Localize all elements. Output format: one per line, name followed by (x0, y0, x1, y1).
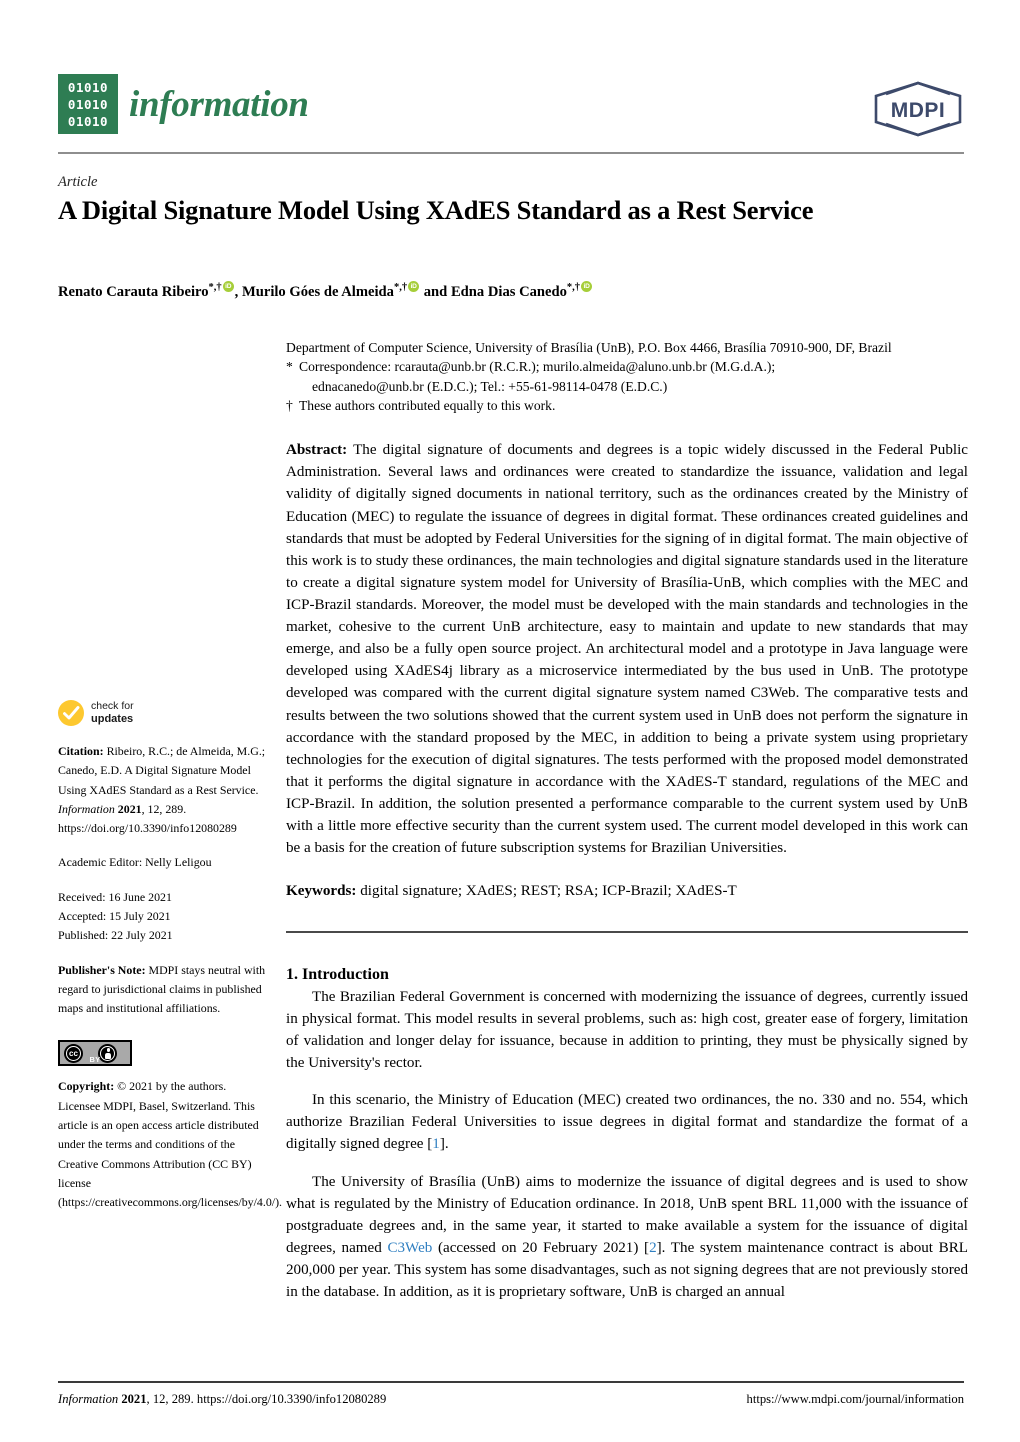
author-name-3: Edna Dias Canedo (450, 283, 567, 300)
cc-text: cc (69, 1048, 78, 1058)
correspondence-marker: * (286, 359, 293, 375)
main-column: Department of Computer Science, Universi… (286, 338, 968, 1318)
footer-divider (58, 1381, 964, 1383)
published-date: Published: 22 July 2021 (58, 928, 173, 943)
correspondence-row: * Correspondence: rcarauta@unb.br (R.C.R… (286, 357, 968, 376)
author-separator-1: , (234, 283, 242, 300)
copyright-text: © 2021 by the authors. Licensee MDPI, Ba… (58, 1079, 283, 1210)
cfu-line-2: updates (91, 712, 134, 725)
mdpi-logo-icon[interactable]: MDPI (872, 80, 964, 138)
check-for-updates-badge[interactable]: check for updates (58, 700, 270, 726)
binary-row-1: 01010 (67, 79, 109, 95)
journal-logo[interactable]: 01010 01010 01010 information (58, 74, 309, 134)
received-date: Received: 16 June 2021 (58, 889, 172, 904)
equal-contribution-note: These authors contributed equally to thi… (299, 397, 556, 413)
publishers-note-block: Publisher's Note: MDPI stays neutral wit… (58, 961, 270, 1019)
page-footer: Information 2021, 12, 289. https://doi.o… (58, 1392, 964, 1407)
author-name-2: Murilo Góes de Almeida (241, 283, 394, 300)
footer-url[interactable]: https://www.mdpi.com/journal/information (747, 1392, 964, 1407)
intro-paragraph-1: The Brazilian Federal Government is conc… (286, 988, 968, 1072)
author-connector-word: and (423, 283, 448, 300)
check-mark-icon (58, 700, 84, 726)
author-marks-2: *,† (393, 282, 408, 293)
keywords-block: Keywords: digital signature; XAdES; REST… (286, 881, 968, 903)
correspondence-line-1: Correspondence: rcarauta@unb.br (R.C.R.)… (299, 359, 776, 375)
check-for-updates-text: check for updates (91, 700, 134, 725)
correspondence-line-2: ednacanedo@unb.br (E.D.C.); Tel.: +55-61… (312, 378, 668, 394)
cfu-line-1: check for (91, 700, 134, 713)
copyright-block: Copyright: © 2021 by the authors. Licens… (58, 1077, 282, 1212)
author-name-1: Renato Carauta Ribeiro (58, 283, 209, 300)
citation-doi[interactable]: https://doi.org/10.3390/info12080289 (58, 821, 237, 835)
svg-text:MDPI: MDPI (891, 99, 946, 122)
citation-block: Citation: Ribeiro, R.C.; de Almeida, M.G… (58, 742, 270, 838)
section-divider (286, 931, 968, 933)
intro-p3-seg2: (accessed on 20 February 2021) [ (432, 1240, 650, 1257)
orcid-icon[interactable] (581, 280, 593, 292)
equal-contribution-row: † These authors contributed equally to t… (286, 396, 968, 415)
author-list: Renato Carauta Ribeiro*,†, Murilo Góes d… (58, 280, 958, 301)
journal-name: information (129, 83, 309, 125)
citation-journal: Information (58, 801, 115, 816)
person-head (106, 1048, 110, 1052)
page-title: A Digital Signature Model Using XAdES St… (58, 195, 814, 225)
cc-by-label: BY (89, 1054, 101, 1064)
binary-logo-icon: 01010 01010 01010 (58, 74, 118, 134)
keywords-text: digital signature; XAdES; REST; RSA; ICP… (360, 883, 737, 900)
accepted-date: Accepted: 15 July 2021 (58, 908, 171, 923)
binary-row-2: 01010 (67, 96, 109, 112)
page-header: 01010 01010 01010 information MDPI (58, 72, 964, 150)
header-divider (58, 152, 964, 155)
abstract-block: Abstract: The digital signature of docum… (286, 439, 968, 859)
intro-p2-text: In this scenario, the Ministry of Educat… (286, 1092, 968, 1153)
correspondence-line-2-wrap: ednacanedo@unb.br (E.D.C.); Tel.: +55-61… (286, 377, 968, 396)
citation-link-2[interactable]: 2 (649, 1240, 657, 1256)
copyright-label: Copyright: (58, 1079, 115, 1094)
citation-volume-page: , 12, 289. (141, 801, 187, 816)
dagger-marker: † (286, 397, 293, 413)
affiliation-block: Department of Computer Science, Universi… (286, 338, 968, 415)
citation-link-1[interactable]: 1 (432, 1136, 440, 1152)
intro-p2-tail: ]. (439, 1136, 449, 1153)
intro-paragraph-2: In this scenario, the Ministry of Educat… (286, 1089, 968, 1155)
intro-paragraph-3: The University of Brasília (UnB) aims to… (286, 1171, 968, 1304)
academic-editor: Academic Editor: Nelly Leligou (58, 855, 212, 870)
author-marks-1: *,† (208, 282, 222, 293)
citation-label: Citation: (58, 744, 104, 758)
keywords-label: Keywords: (286, 883, 357, 900)
paper-page: 01010 01010 01010 information MDPI Artic… (0, 0, 1020, 1442)
footer-citation-rest: , 12, 289. https://doi.org/10.3390/info1… (146, 1392, 387, 1406)
binary-row-3: 01010 (67, 113, 109, 129)
section-heading-introduction: 1. Introduction (286, 965, 389, 983)
footer-citation: Information 2021, 12, 289. https://doi.o… (58, 1392, 386, 1407)
citation-year: 2021 (117, 801, 142, 816)
orcid-icon[interactable] (222, 280, 234, 292)
cc-circle-icon: cc (64, 1044, 83, 1064)
c3web-link[interactable]: C3Web (387, 1240, 432, 1256)
orcid-icon[interactable] (408, 280, 420, 292)
publishers-note-label: Publisher's Note: (58, 962, 146, 977)
author-marks-3: *,† (566, 282, 581, 293)
abstract-label: Abstract: (286, 442, 348, 459)
footer-year: 2021 (121, 1392, 147, 1406)
abstract-text: The digital signature of documents and d… (286, 442, 968, 857)
cc-by-license-icon[interactable]: cc BY (58, 1040, 132, 1067)
article-type-label: Article (58, 174, 98, 190)
cc-ring: cc (66, 1046, 81, 1062)
sidebar: check for updates Citation: Ribeiro, R.C… (58, 700, 282, 1227)
footer-journal: Information (58, 1392, 119, 1406)
affiliation-department: Department of Computer Science, Universi… (286, 340, 892, 355)
dates-block: Received: 16 June 2021 Accepted: 15 July… (58, 888, 270, 946)
